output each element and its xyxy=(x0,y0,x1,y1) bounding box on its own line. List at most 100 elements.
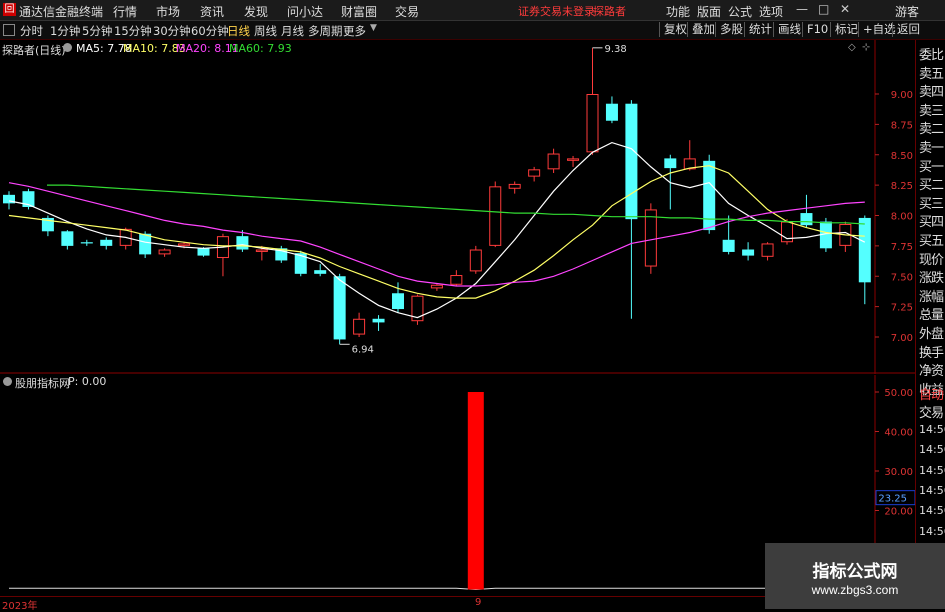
trade-label[interactable]: 交易 xyxy=(919,402,944,421)
candle-body-up xyxy=(761,243,774,257)
menu-formula[interactable]: 公式 xyxy=(728,3,752,20)
tool-back[interactable]: 返回 xyxy=(892,22,924,37)
menu-trade[interactable]: 交易 xyxy=(395,3,419,20)
app-logo-icon: 回 xyxy=(3,3,16,16)
ma10-line xyxy=(8,165,865,299)
candle-body-up xyxy=(430,284,443,289)
low-price-label: 6.94 xyxy=(352,344,374,355)
current-stock-name: 探路者 xyxy=(593,5,626,18)
tick-time: 14:56 xyxy=(919,524,945,538)
settings-icon[interactable] xyxy=(63,43,72,52)
period-15min[interactable]: 15分钟 xyxy=(114,23,152,39)
minimize-icon[interactable]: — xyxy=(796,2,808,16)
pin-icon[interactable]: ⊹ xyxy=(862,42,870,53)
period-1min[interactable]: 1分钟 xyxy=(50,23,80,39)
period-multi[interactable]: 多周期 xyxy=(308,23,343,39)
candle-body-up xyxy=(255,249,268,252)
quote-label-ask4: 卖四 xyxy=(919,85,944,101)
menu-layout[interactable]: 版面 xyxy=(697,3,721,20)
menu-quotes[interactable]: 行情 xyxy=(113,3,137,20)
guest-label[interactable]: 游客 xyxy=(895,3,919,20)
period-daily[interactable]: 日线 xyxy=(227,23,250,39)
candle-body-down xyxy=(294,253,307,274)
menu-options[interactable]: 选项 xyxy=(759,3,783,20)
quote-label-ask2: 卖二 xyxy=(919,122,944,138)
quote-label-change: 涨跌 xyxy=(919,271,944,287)
tick-time: 14:56 xyxy=(919,423,945,436)
candle-body-up xyxy=(178,243,191,246)
candle-body-down xyxy=(61,231,74,246)
candle-body-up xyxy=(586,94,599,153)
quote-label-ask3: 卖三 xyxy=(919,103,944,119)
price-tick-label: 8.00 xyxy=(891,212,913,223)
candle-body-up xyxy=(469,249,482,272)
price-tick-label: 7.50 xyxy=(891,272,913,283)
close-icon[interactable]: ✕ xyxy=(840,2,850,16)
candle-body-down xyxy=(333,276,346,340)
menu-ask-xiaoda[interactable]: 问小达 xyxy=(287,3,323,20)
period-monthly[interactable]: 月线 xyxy=(281,23,304,39)
tick-time: 14:56 xyxy=(919,504,945,518)
quote-label-net-assets: 净资 xyxy=(919,364,944,380)
candle-body-down xyxy=(664,158,677,169)
ma60-label: MA60: 7.93 xyxy=(229,42,292,55)
quote-label-ask1: 卖一 xyxy=(919,141,944,156)
candle-body-down xyxy=(800,213,813,226)
ma20-line xyxy=(8,182,865,287)
candle-body-down xyxy=(372,318,385,323)
indicator-settings-icon[interactable] xyxy=(3,377,12,386)
candle-body-up xyxy=(450,275,463,285)
menu-news[interactable]: 资讯 xyxy=(200,3,224,20)
quote-label-bid4: 买四 xyxy=(919,215,944,231)
price-tick-label: 8.25 xyxy=(891,181,913,192)
quote-label-bid2: 买二 xyxy=(919,178,944,194)
watermark: 指标公式网 www.zbgs3.com xyxy=(765,543,945,609)
quote-label-bid5: 买五 xyxy=(919,234,944,249)
menu-function[interactable]: 功能 xyxy=(666,3,690,20)
panel-toggle-icon[interactable] xyxy=(3,24,15,36)
period-weekly[interactable]: 周线 xyxy=(254,23,277,39)
quote-label-volume: 总量 xyxy=(919,308,944,324)
axis-month-label: 9 xyxy=(475,597,482,608)
period-more[interactable]: 更多 xyxy=(343,23,366,39)
candle-body-down xyxy=(100,239,113,246)
maximize-icon[interactable]: □ xyxy=(818,2,829,16)
period-5min[interactable]: 5分钟 xyxy=(82,23,112,39)
candle-body-down xyxy=(139,233,152,255)
auto-trade-label[interactable]: 自动 xyxy=(919,384,944,403)
axis-year-label: 2023年 xyxy=(2,601,38,612)
tool-f10[interactable]: F10 xyxy=(802,22,832,37)
kline-chart[interactable]: 9.00 8.75 8.50 8.25 8.00 7.75 7.50 7.25 7.00 9.38… xyxy=(0,40,915,374)
watermark-title: 指标公式网 xyxy=(812,562,898,582)
quote-label-ask5: 卖五 xyxy=(919,66,944,82)
tick-time: 14:56 xyxy=(919,463,945,477)
high-price-label: 9.38 xyxy=(605,44,627,55)
diamond-icon[interactable]: ◇ xyxy=(848,42,856,53)
current-value-label: 23.25 xyxy=(878,494,907,505)
indicator-title: 股朋指标网 xyxy=(15,377,70,390)
price-tick-label: 7.25 xyxy=(891,303,913,314)
price-tick-label: 8.50 xyxy=(891,151,913,162)
tool-multi-stock[interactable]: 多股 xyxy=(715,22,747,37)
tool-stats[interactable]: 统计 xyxy=(744,22,776,37)
quote-label-turnover: 换手 xyxy=(919,345,944,361)
menu-market[interactable]: 市场 xyxy=(156,3,180,20)
tick-time: 14:56 xyxy=(919,483,945,497)
menu-discover[interactable]: 发现 xyxy=(244,3,268,20)
candle-body-down xyxy=(605,103,618,121)
period-60min[interactable]: 60分钟 xyxy=(191,23,229,39)
candle-body-up xyxy=(547,153,560,170)
candle-body-down xyxy=(625,103,638,220)
period-tick[interactable]: 分时 xyxy=(20,23,43,39)
price-tick-label: 7.75 xyxy=(891,242,913,253)
price-tick-label: 9.00 xyxy=(891,90,913,101)
login-warning[interactable]: 证券交易未登录 xyxy=(518,3,595,19)
tool-draw[interactable]: 画线 xyxy=(773,22,805,37)
period-toolbar: 分时 1分钟 5分钟 15分钟 30分钟 60分钟 日线 周线 月线 多周期 更… xyxy=(0,21,945,40)
more-dropdown-icon[interactable]: ▼ xyxy=(370,23,377,33)
candle-body-down xyxy=(392,293,404,310)
candle-body-down xyxy=(742,249,755,256)
menu-wealth-circle[interactable]: 财富圈 xyxy=(341,3,377,20)
menu-bar: 回 通达信金融终端 行情 市场 资讯 发现 问小达 财富圈 交易 证券交易未登录… xyxy=(0,0,945,21)
period-30min[interactable]: 30分钟 xyxy=(153,23,191,39)
